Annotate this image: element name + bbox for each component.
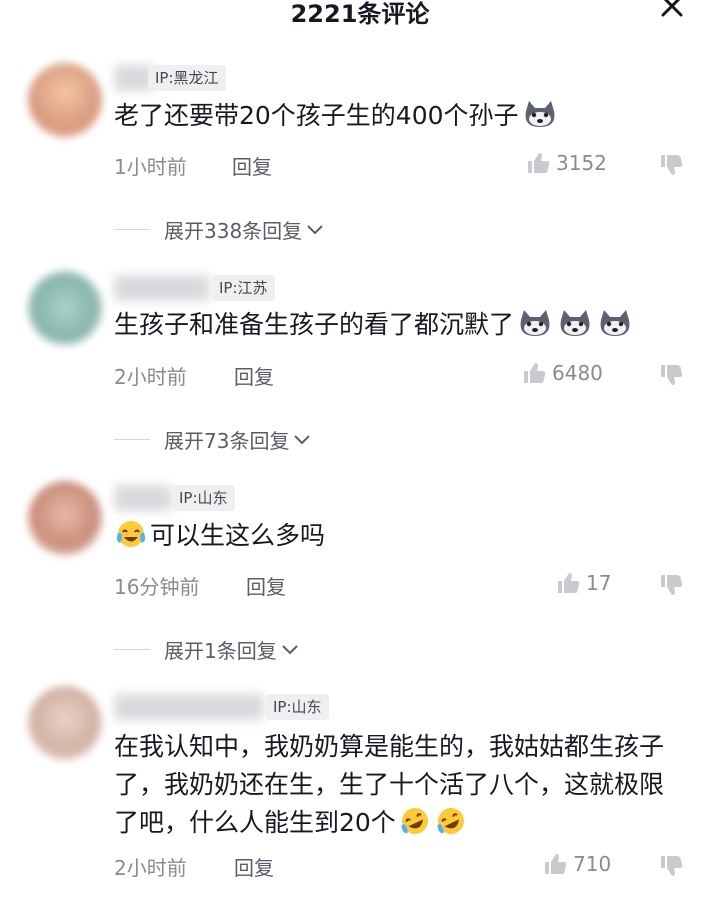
comment-time: 16分钟前 — [114, 575, 200, 599]
username-blurred[interactable] — [114, 694, 264, 720]
avatar[interactable] — [28, 481, 102, 555]
comment-time: 1小时前 — [114, 155, 187, 179]
expand-replies-label: 展开338条回复 — [164, 219, 303, 243]
comment-item: IP:山东 在我认知中，我奶奶算是能生的，我姑姑都生孩子了，我奶奶还在生，生了十… — [0, 682, 720, 908]
thumb-up-icon — [524, 363, 546, 383]
chevron-down-icon — [294, 434, 311, 444]
chevron-down-icon — [282, 644, 298, 654]
comment-item: IP:黑龙江 老了还要带20个孩子生的400个孙子 1小时前 回复 3152 展… — [0, 55, 720, 255]
avatar[interactable] — [28, 271, 102, 345]
like-button[interactable]: 3152 — [526, 151, 607, 175]
like-count: 17 — [586, 571, 612, 595]
husky-emoji — [525, 101, 554, 127]
like-count: 6480 — [552, 361, 603, 385]
husky-emoji — [520, 310, 550, 336]
comment-text: 可以生这么多吗 — [114, 518, 680, 554]
comment-time: 2小时前 — [114, 365, 187, 389]
divider-line — [114, 439, 150, 440]
like-button[interactable]: 17 — [556, 571, 611, 595]
reply-button[interactable]: 回复 — [234, 361, 274, 390]
comment-text-content: 在我认知中，我奶奶算是能生的，我姑姑都生孩子了，我奶奶还在生，生了十个活了八个，… — [114, 732, 665, 837]
reply-button[interactable]: 回复 — [232, 151, 272, 180]
chevron-down-icon — [307, 224, 323, 234]
thumb-up-icon — [545, 854, 567, 874]
comment-count-title: 2221条评论 — [290, 0, 430, 28]
username-blurred[interactable] — [114, 485, 172, 511]
expand-replies-label: 展开1条回复 — [164, 639, 277, 663]
thumb-down-icon[interactable] — [658, 153, 684, 177]
comment-text-content: 可以生这么多吗 — [150, 521, 326, 550]
crying-laughing-emoji — [116, 521, 146, 547]
expand-replies-label: 展开73条回复 — [164, 429, 290, 453]
like-count: 710 — [573, 852, 612, 876]
comment-text: 在我认知中，我奶奶算是能生的，我姑姑都生孩子了，我奶奶还在生，生了十个活了八个，… — [114, 728, 674, 842]
like-button[interactable]: 710 — [543, 852, 611, 876]
expand-replies-button[interactable]: 展开338条回复 — [114, 215, 324, 244]
husky-emoji — [600, 310, 630, 336]
avatar[interactable] — [28, 63, 102, 137]
thumb-down-icon[interactable] — [658, 363, 684, 387]
comment-text-content: 老了还要带20个孩子生的400个孙子 — [114, 101, 519, 130]
avatar[interactable] — [28, 686, 102, 760]
expand-replies-button[interactable]: 展开1条回复 — [114, 635, 299, 664]
rolling-laughing-emoji — [401, 808, 428, 834]
ip-location-tag: IP:山东 — [266, 694, 329, 720]
husky-emoji — [560, 310, 590, 336]
like-count: 3152 — [556, 151, 607, 175]
ip-location-tag: IP:黑龙江 — [148, 65, 226, 91]
ip-location-tag: IP:山东 — [172, 485, 235, 511]
like-button[interactable]: 6480 — [522, 361, 603, 385]
comments-header: 2221条评论 — [0, 0, 720, 30]
reply-button[interactable]: 回复 — [234, 852, 274, 881]
comment-text: 生孩子和准备生孩子的看了都沉默了 — [114, 307, 680, 343]
comment-item: IP:江苏 生孩子和准备生孩子的看了都沉默了 2小时前 回复 6480 展开73… — [0, 263, 720, 463]
divider-line — [114, 649, 150, 650]
ip-location-tag: IP:江苏 — [212, 275, 275, 301]
thumb-up-icon — [528, 153, 550, 173]
divider-line — [114, 229, 150, 230]
comment-text-content: 生孩子和准备生孩子的看了都沉默了 — [114, 310, 515, 339]
comment-text: 老了还要带20个孩子生的400个孙子 — [114, 98, 680, 134]
expand-replies-button[interactable]: 展开73条回复 — [114, 425, 311, 454]
thumb-down-icon[interactable] — [658, 854, 684, 878]
username-blurred[interactable] — [114, 275, 210, 301]
comment-item: IP:山东 可以生这么多吗 16分钟前 回复 17 展开1条回复 — [0, 475, 720, 670]
thumb-up-icon — [558, 573, 580, 593]
rolling-laughing-emoji — [437, 808, 464, 834]
comment-time: 2小时前 — [114, 856, 187, 880]
close-icon[interactable] — [658, 0, 686, 20]
reply-button[interactable]: 回复 — [246, 571, 286, 600]
thumb-down-icon[interactable] — [658, 573, 684, 597]
